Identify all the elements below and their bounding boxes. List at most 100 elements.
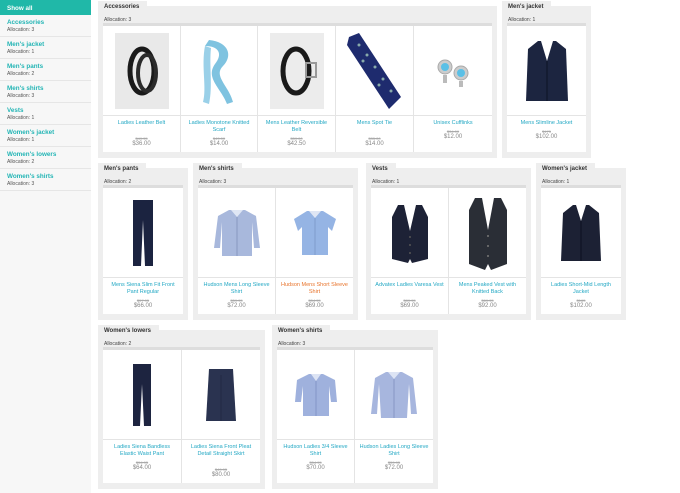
product-card[interactable]: Mens Leather Reversible Belt $59.00 $42.… xyxy=(258,26,336,152)
product-card[interactable]: Ladies Siena Bandless Elastic Waist Pant… xyxy=(103,350,182,483)
sidebar-item-womens-jacket[interactable]: Women's jacket Allocation: 1 xyxy=(0,125,91,147)
sidebar-item-mens-pants[interactable]: Men's pants Allocation: 2 xyxy=(0,59,91,81)
product-name[interactable]: Ladies Leather Belt xyxy=(106,120,177,127)
sidebar-item-womens-lowers[interactable]: Women's lowers Allocation: 2 xyxy=(0,147,91,169)
category-womens-shirts: Women's shirts Allocation: 3 Hudson Ladi… xyxy=(272,325,438,489)
product-card[interactable]: Mens Peaked Vest with Knitted Back $69.9… xyxy=(449,188,526,314)
sidebar-item-allocation: Allocation: 3 xyxy=(7,93,35,99)
product-grid: Hudson Ladies 3/4 Sleeve Shirt $54.95 $7… xyxy=(277,347,433,483)
product-price: $64.00 xyxy=(132,465,152,471)
sidebar-item-allocation: Allocation: 2 xyxy=(7,159,35,165)
sidebar-item-label: Show all xyxy=(7,5,33,12)
product-price: $102.00 xyxy=(570,303,592,309)
product-name[interactable]: Hudson Mens Long Sleeve Shirt xyxy=(201,282,272,296)
product-grid: Ladies Siena Bandless Elastic Waist Pant… xyxy=(103,347,260,483)
product-name[interactable]: Ladies Monotone Knitted Scarf xyxy=(184,120,254,134)
product-image[interactable] xyxy=(258,26,335,116)
product-name[interactable]: Mens Slimline Jacket xyxy=(510,120,583,127)
product-card[interactable]: Advatex Ladies Varesa Vest $89.95 $69.00 xyxy=(371,188,449,314)
sidebar-item-allocation: Allocation: 2 xyxy=(7,71,35,77)
product-image[interactable] xyxy=(277,350,354,440)
product-image[interactable] xyxy=(181,26,257,116)
product-image[interactable] xyxy=(103,188,183,278)
product-price: $42.50 xyxy=(287,141,306,147)
product-image[interactable] xyxy=(449,188,526,278)
product-grid: Mens Slimline Jacket $175 $102.00 xyxy=(507,23,586,152)
product-card[interactable]: Ladies Leather Belt $49.95 $36.00 xyxy=(103,26,181,152)
product-price: $12.00 xyxy=(443,134,463,140)
category-womens-lowers: Women's lowers Allocation: 2 Ladies Sien… xyxy=(98,325,265,489)
product-price: $102.00 xyxy=(535,134,558,140)
product-image[interactable] xyxy=(507,26,586,116)
category-title: Men's pants xyxy=(98,163,147,176)
sidebar-item-mens-jacket[interactable]: Men's jacket Allocation: 1 xyxy=(0,37,91,59)
sidebar-item-label: Women's lowers xyxy=(7,151,57,158)
product-name[interactable]: Hudson Mens Short Sleeve Shirt xyxy=(279,282,350,296)
sidebar-item-accessories[interactable]: Accessories Allocation: 3 xyxy=(0,15,91,37)
sidebar-item-label: Men's shirts xyxy=(7,85,44,92)
sidebar-item-label: Men's pants xyxy=(7,63,44,70)
product-name[interactable]: Hudson Ladies 3/4 Sleeve Shirt xyxy=(280,444,351,458)
product-price: $69.00 xyxy=(400,303,419,309)
category-sidebar: Show all Accessories Allocation: 3 Men's … xyxy=(0,0,91,493)
sidebar-item-womens-shirts[interactable]: Women's shirts Allocation: 3 xyxy=(0,169,91,191)
category-mens-pants: Men's pants Allocation: 2 Mens Siena Sli… xyxy=(98,163,188,320)
product-card[interactable]: Unisex Cufflinks $34.00 $12.00 xyxy=(414,26,492,152)
sidebar-item-label: Vests xyxy=(7,107,24,114)
product-name[interactable]: Mens Spot Tie xyxy=(339,120,410,127)
product-image[interactable] xyxy=(336,26,413,116)
product-name[interactable]: Hudson Ladies Long Sleeve Shirt xyxy=(358,444,430,458)
product-price: $70.00 xyxy=(306,465,325,471)
product-image[interactable] xyxy=(371,188,448,278)
product-card[interactable]: Hudson Ladies 3/4 Sleeve Shirt $54.95 $7… xyxy=(277,350,355,483)
category-mens-shirts: Men's shirts Allocation: 3 Hudson Mens L… xyxy=(193,163,358,320)
sidebar-item-vests[interactable]: Vests Allocation: 1 xyxy=(0,103,91,125)
category-vests: Vests Allocation: 1 Advatex Ladies Vares… xyxy=(366,163,531,320)
product-image[interactable] xyxy=(103,350,181,440)
product-image[interactable] xyxy=(103,26,180,116)
product-image[interactable] xyxy=(198,188,275,278)
sidebar-item-allocation: Allocation: 3 xyxy=(7,181,35,187)
product-image[interactable] xyxy=(355,350,433,440)
product-price: $69.00 xyxy=(305,303,324,309)
product-card[interactable]: Hudson Mens Long Sleeve Shirt $59.95 $72… xyxy=(198,188,276,314)
product-image[interactable] xyxy=(541,188,621,278)
product-card[interactable]: Hudson Mens Short Sleeve Shirt $54.95 $6… xyxy=(276,188,353,314)
sidebar-item-label: Women's shirts xyxy=(7,173,54,180)
product-name[interactable]: Mens Leather Reversible Belt xyxy=(261,120,332,134)
sidebar-item-label: Accessories xyxy=(7,19,45,26)
product-name[interactable]: Ladies Siena Bandless Elastic Waist Pant xyxy=(106,444,178,458)
sidebar-item-show-all[interactable]: Show all xyxy=(0,0,91,15)
product-card[interactable]: Mens Siena Slim Fit Front Pant Regular $… xyxy=(103,188,183,314)
category-title: Women's shirts xyxy=(272,325,331,338)
sidebar-item-label: Women's jacket xyxy=(7,129,55,136)
product-card[interactable]: Mens Spot Tie $35.00 $14.00 xyxy=(336,26,414,152)
sidebar-item-allocation: Allocation: 1 xyxy=(7,115,35,121)
category-title: Women's jacket xyxy=(536,163,595,176)
product-image[interactable] xyxy=(276,188,353,278)
product-card[interactable]: Ladies Monotone Knitted Scarf $49.00 $14… xyxy=(181,26,258,152)
product-name[interactable]: Ladies Short-Mid Length Jacket xyxy=(544,282,618,296)
category-title: Men's shirts xyxy=(193,163,242,176)
product-name[interactable]: Mens Siena Slim Fit Front Pant Regular xyxy=(106,282,180,296)
product-name[interactable]: Mens Peaked Vest with Knitted Back xyxy=(452,282,523,296)
product-grid: Ladies Leather Belt $49.95 $36.00 Ladies… xyxy=(103,23,492,152)
category-title: Women's lowers xyxy=(98,325,159,338)
product-name[interactable]: Ladies Siena Front Pleat Detail Straight… xyxy=(185,444,257,458)
category-title: Men's jacket xyxy=(502,1,552,14)
product-grid: Ladies Short-Mid Length Jacket $165 $102… xyxy=(541,185,621,314)
product-price: $14.00 xyxy=(209,141,229,147)
sidebar-item-mens-shirts[interactable]: Men's shirts Allocation: 3 xyxy=(0,81,91,103)
product-card[interactable]: Ladies Short-Mid Length Jacket $165 $102… xyxy=(541,188,621,314)
sidebar-item-label: Men's jacket xyxy=(7,41,45,48)
sidebar-item-allocation: Allocation: 1 xyxy=(7,137,35,143)
product-image[interactable] xyxy=(414,26,492,116)
product-card[interactable]: Ladies Siena Front Pleat Detail Straight… xyxy=(182,350,260,483)
product-card[interactable]: Hudson Ladies Long Sleeve Shirt $59.95 $… xyxy=(355,350,433,483)
product-name[interactable]: Advatex Ladies Varesa Vest xyxy=(374,282,445,289)
category-womens-jacket: Women's jacket Allocation: 1 Ladies Shor… xyxy=(536,163,626,320)
product-image[interactable] xyxy=(182,350,260,440)
product-name[interactable]: Unisex Cufflinks xyxy=(417,120,489,127)
product-card[interactable]: Mens Slimline Jacket $175 $102.00 xyxy=(507,26,586,152)
product-price: $92.00 xyxy=(478,303,497,309)
